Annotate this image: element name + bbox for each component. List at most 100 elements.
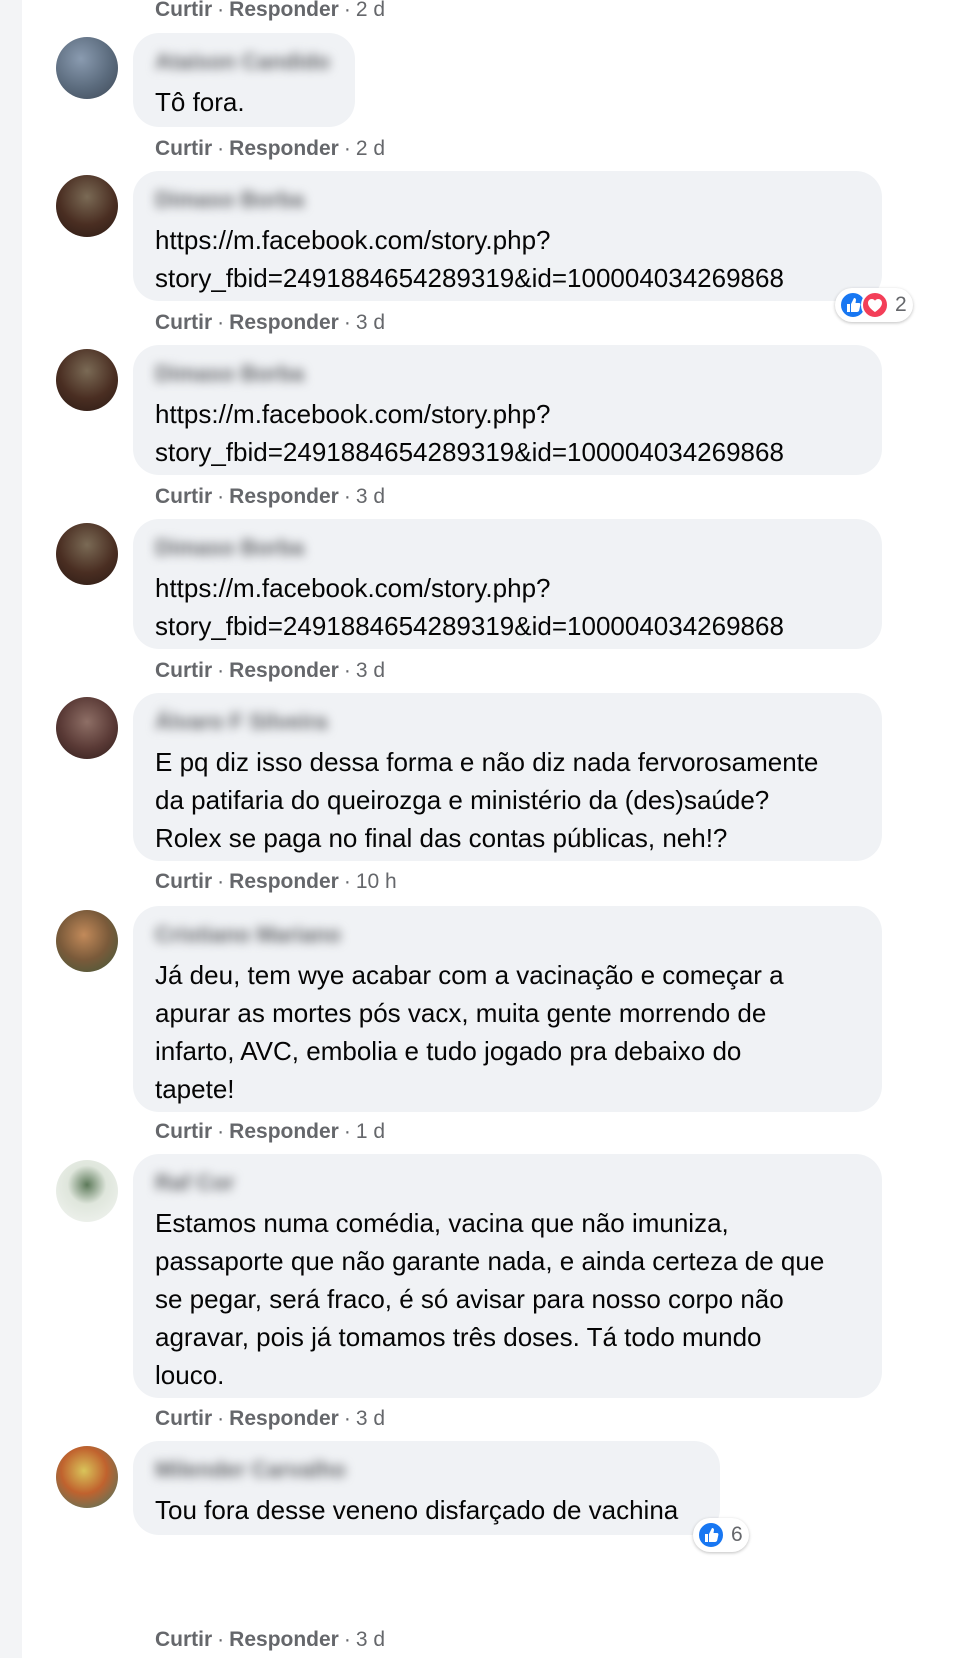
- avatar[interactable]: [56, 910, 118, 972]
- comment-text: Tô fora.: [155, 83, 245, 121]
- comment-line: da patifaria do queirozga e ministério d…: [155, 785, 770, 815]
- avatar[interactable]: [56, 1160, 118, 1222]
- reaction-count: 6: [731, 1523, 743, 1546]
- reply-link[interactable]: Responder: [229, 1628, 339, 1651]
- comment-line: https://m.facebook.com/story.php?: [155, 573, 551, 603]
- comment-text: https://m.facebook.com/story.php? story_f…: [155, 221, 784, 297]
- separator: ·: [217, 137, 225, 160]
- comment-line: passaporte que não garante nada, e ainda…: [155, 1246, 825, 1276]
- separator: ·: [343, 137, 351, 160]
- comment-line: infarto, AVC, embolia e tudo jogado pra …: [155, 1036, 742, 1066]
- comment-author[interactable]: Raf Cor: [155, 1170, 234, 1196]
- comment-bubble: Álvaro F Silveira E pq diz isso dessa fo…: [133, 693, 882, 861]
- comment-actions: Curtir · Responder · 3 d: [155, 483, 385, 511]
- comment-line: story_fbid=2491884654289319&id=100004034…: [155, 611, 784, 641]
- like-icon: [697, 1521, 725, 1549]
- avatar[interactable]: [56, 1446, 118, 1508]
- reply-link[interactable]: Responder: [229, 0, 339, 21]
- separator: ·: [217, 485, 225, 508]
- separator: ·: [343, 1120, 351, 1143]
- reply-link[interactable]: Responder: [229, 870, 339, 893]
- like-link[interactable]: Curtir: [155, 311, 212, 334]
- separator: ·: [343, 485, 351, 508]
- comment-feed: Curtir · Responder · 2 d Ataíson Candido Tô …: [0, 0, 960, 1658]
- like-link[interactable]: Curtir: [155, 659, 212, 682]
- comment-line: tapete!: [155, 1074, 235, 1104]
- separator: ·: [217, 1120, 225, 1143]
- comment-text: https://m.facebook.com/story.php? story_f…: [155, 395, 784, 471]
- comment-bubble: Cristiano Mariano Já deu, tem wye acabar…: [133, 906, 882, 1112]
- avatar[interactable]: [56, 175, 118, 237]
- reply-link[interactable]: Responder: [229, 137, 339, 160]
- comment-author[interactable]: Cristiano Mariano: [155, 922, 341, 948]
- avatar[interactable]: [56, 697, 118, 759]
- reply-link[interactable]: Responder: [229, 659, 339, 682]
- comment-age[interactable]: 1 d: [356, 1120, 385, 1143]
- reactions-summary[interactable]: 6: [693, 1518, 749, 1552]
- comment-age[interactable]: 3 d: [356, 1407, 385, 1430]
- reactions-summary[interactable]: 2: [835, 288, 913, 322]
- comment-actions: Curtir · Responder · 2 d: [155, 0, 385, 24]
- comment-line: E pq diz isso dessa forma e não diz nada…: [155, 747, 819, 777]
- comment-age[interactable]: 3 d: [356, 311, 385, 334]
- comment-author[interactable]: Dimaso Borba: [155, 361, 304, 387]
- comment-bubble: Raf Cor Estamos numa comédia, vacina que…: [133, 1154, 882, 1398]
- like-link[interactable]: Curtir: [155, 1628, 212, 1651]
- comment-actions: Curtir · Responder · 2 d: [155, 135, 385, 163]
- like-link[interactable]: Curtir: [155, 137, 212, 160]
- separator: ·: [343, 1628, 351, 1651]
- comment-author[interactable]: Álvaro F Silveira: [155, 709, 327, 735]
- comment-author[interactable]: Dimaso Borba: [155, 187, 304, 213]
- comment-text: Estamos numa comédia, vacina que não imu…: [155, 1204, 824, 1394]
- comment-line: Tô fora.: [155, 87, 245, 117]
- separator: ·: [217, 1407, 225, 1430]
- comment-actions: Curtir · Responder · 3 d: [155, 309, 385, 337]
- comment-line: Tou fora desse veneno disfarçado de vach…: [155, 1495, 679, 1525]
- comment-author[interactable]: Dimaso Borba: [155, 535, 304, 561]
- love-icon: [861, 291, 889, 319]
- avatar[interactable]: [56, 349, 118, 411]
- comment-age[interactable]: 2 d: [356, 0, 385, 21]
- avatar[interactable]: [56, 523, 118, 585]
- reaction-count: 2: [895, 293, 907, 316]
- like-link[interactable]: Curtir: [155, 1407, 212, 1430]
- like-link[interactable]: Curtir: [155, 0, 212, 21]
- separator: ·: [217, 1628, 225, 1651]
- comment-bubble: Dimaso Borba https://m.facebook.com/stor…: [133, 345, 882, 475]
- separator: ·: [217, 659, 225, 682]
- comment-age[interactable]: 3 d: [356, 485, 385, 508]
- comment-actions: Curtir · Responder · 3 d: [155, 657, 385, 685]
- separator: ·: [217, 0, 225, 21]
- comment-line: Estamos numa comédia, vacina que não imu…: [155, 1208, 729, 1238]
- reply-link[interactable]: Responder: [229, 1407, 339, 1430]
- comment-age[interactable]: 3 d: [356, 659, 385, 682]
- separator: ·: [343, 659, 351, 682]
- comment-age[interactable]: 10 h: [356, 870, 397, 893]
- like-link[interactable]: Curtir: [155, 485, 212, 508]
- comment-line: louco.: [155, 1360, 225, 1390]
- comment-actions: Curtir · Responder · 10 h: [155, 868, 397, 896]
- comment-age[interactable]: 3 d: [356, 1628, 385, 1651]
- separator: ·: [217, 870, 225, 893]
- separator: ·: [217, 311, 225, 334]
- comment-line: Rolex se paga no final das contas públic…: [155, 823, 728, 853]
- avatar[interactable]: [56, 37, 118, 99]
- like-link[interactable]: Curtir: [155, 1120, 212, 1143]
- comment-author[interactable]: Milender Carvalho: [155, 1457, 346, 1483]
- reply-link[interactable]: Responder: [229, 311, 339, 334]
- comment-line: story_fbid=2491884654289319&id=100004034…: [155, 263, 784, 293]
- comment-author[interactable]: Ataíson Candido: [155, 49, 330, 75]
- reply-link[interactable]: Responder: [229, 485, 339, 508]
- comment-actions: Curtir · Responder · 3 d: [155, 1626, 385, 1654]
- comment-line: Já deu, tem wye acabar com a vacinação e…: [155, 960, 784, 990]
- separator: ·: [343, 311, 351, 334]
- comment-text: E pq diz isso dessa forma e não diz nada…: [155, 743, 818, 857]
- comment-actions: Curtir · Responder · 1 d: [155, 1118, 385, 1146]
- comment-line: https://m.facebook.com/story.php?: [155, 225, 551, 255]
- comment-line: se pegar, será fraco, é só avisar para n…: [155, 1284, 784, 1314]
- comment-text: Tou fora desse veneno disfarçado de vach…: [155, 1491, 678, 1529]
- reply-link[interactable]: Responder: [229, 1120, 339, 1143]
- like-link[interactable]: Curtir: [155, 870, 212, 893]
- comment-bubble: Milender Carvalho Tou fora desse veneno …: [133, 1441, 720, 1535]
- comment-age[interactable]: 2 d: [356, 137, 385, 160]
